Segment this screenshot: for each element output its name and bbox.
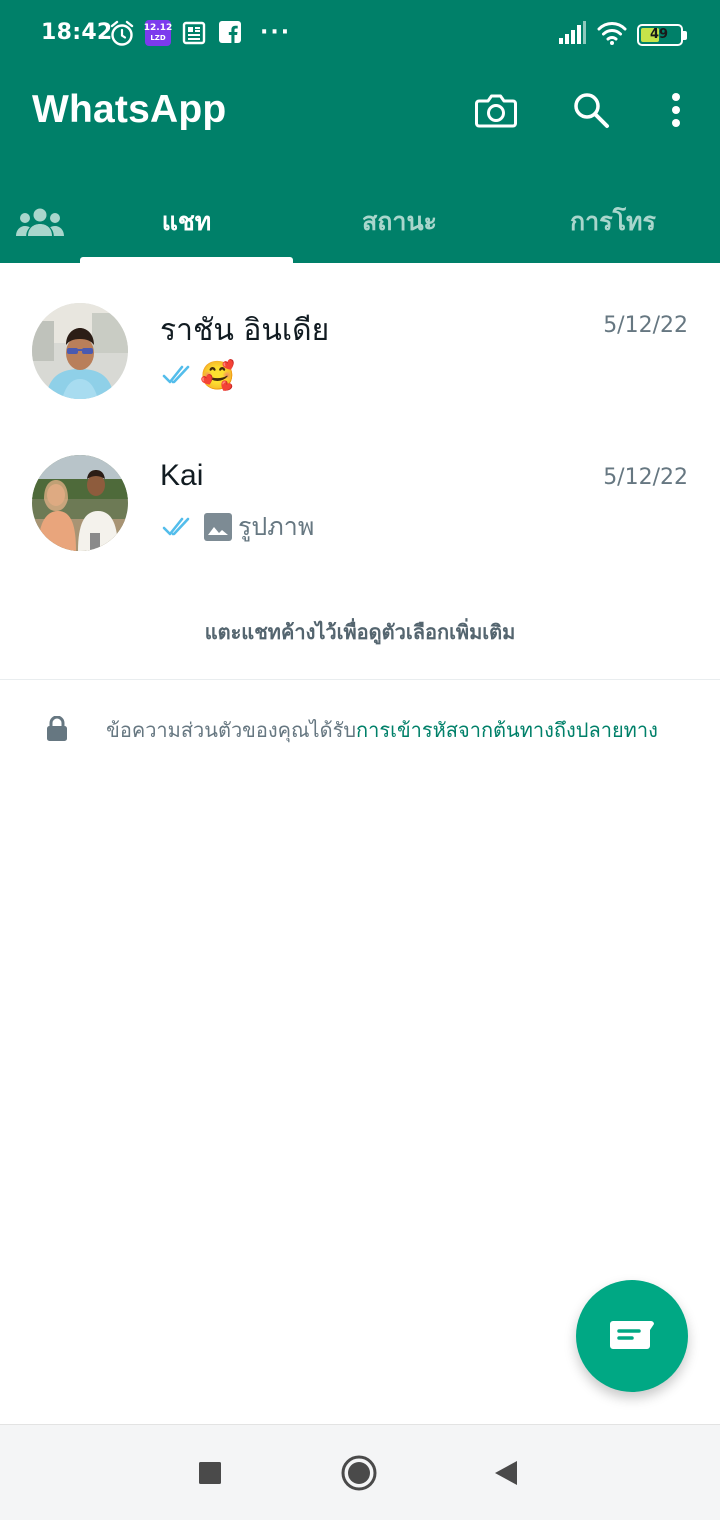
community-icon <box>16 208 64 236</box>
chat-list-item[interactable]: Kai 5/12/22 รูปภาพ <box>0 427 720 577</box>
app-title: WhatsApp <box>32 88 227 131</box>
tab-bar: แชท สถานะ การโทร <box>0 180 720 263</box>
calendar-badge-line2: LZD <box>150 34 166 42</box>
double-check-icon <box>162 365 190 384</box>
chat-name: Kai <box>160 459 204 492</box>
facebook-icon <box>218 20 242 44</box>
divider <box>0 679 720 680</box>
app-header: 18:42 12.12 LZD ··· 49 WhatsApp แชท สถาน… <box>0 0 720 263</box>
tab-calls[interactable]: การโทร <box>506 180 720 263</box>
chat-date: 5/12/22 <box>603 465 688 490</box>
camera-icon <box>475 94 517 128</box>
recents-button[interactable] <box>188 1451 232 1495</box>
tab-status[interactable]: สถานะ <box>293 180 506 263</box>
chat-name: ราชัน อินเดีย <box>160 313 330 348</box>
news-icon <box>181 20 207 46</box>
encryption-text: ข้อความส่วนตัวของคุณได้รับการเข้ารหัสจาก… <box>82 714 682 747</box>
avatar[interactable] <box>32 455 128 551</box>
double-check-icon <box>162 517 190 536</box>
home-circle-icon <box>341 1455 377 1491</box>
camera-button[interactable] <box>472 86 520 134</box>
chat-preview: รูปภาพ <box>162 509 314 545</box>
signal-icon <box>557 20 587 46</box>
chat-preview: 🥰 <box>162 357 235 393</box>
alarm-icon <box>109 20 135 48</box>
new-chat-button[interactable] <box>576 1280 688 1392</box>
chat-list-item[interactable]: ราชัน อินเดีย 5/12/22 🥰 <box>0 275 720 425</box>
new-chat-icon <box>610 1321 654 1349</box>
more-vert-icon <box>672 93 680 127</box>
tab-community[interactable] <box>0 180 80 263</box>
battery-icon: 49 <box>637 24 687 46</box>
image-icon <box>204 513 232 541</box>
more-options-button[interactable] <box>652 86 700 134</box>
search-button[interactable] <box>567 86 615 134</box>
system-nav-bar <box>0 1424 720 1520</box>
encryption-link[interactable]: การเข้ารหัสจากต้นทางถึงปลายทาง <box>356 718 658 742</box>
whatsapp-screen: 18:42 12.12 LZD ··· 49 WhatsApp แชท สถาน… <box>0 0 720 1520</box>
encryption-prefix: ข้อความส่วนตัวของคุณได้รับ <box>106 718 357 742</box>
back-button[interactable] <box>484 1451 528 1495</box>
status-time: 18:42 <box>41 20 113 45</box>
battery-nub <box>683 31 687 40</box>
preview-text: รูปภาพ <box>238 512 315 541</box>
search-icon <box>574 93 609 128</box>
active-tab-indicator <box>80 257 293 263</box>
calendar-badge-line1: 12.12 <box>143 23 173 33</box>
lock-icon <box>47 716 67 741</box>
status-bar: 18:42 12.12 LZD ··· 49 <box>0 0 720 70</box>
calendar-app-icon: 12.12 LZD <box>143 20 173 46</box>
back-triangle-icon <box>495 1461 517 1485</box>
tab-chats[interactable]: แชท <box>80 180 293 263</box>
wifi-icon <box>597 20 627 46</box>
long-press-hint: แตะแชทค้างไว้เพื่อดูตัวเลือกเพิ่มเติม <box>204 620 516 644</box>
battery-level: 49 <box>649 27 669 42</box>
preview-emoji: 🥰 <box>200 358 235 392</box>
avatar[interactable] <box>32 303 128 399</box>
recents-square-icon <box>199 1462 221 1484</box>
home-button[interactable] <box>337 1451 381 1495</box>
chat-date: 5/12/22 <box>603 313 688 338</box>
status-more-indicator: ··· <box>260 20 292 45</box>
